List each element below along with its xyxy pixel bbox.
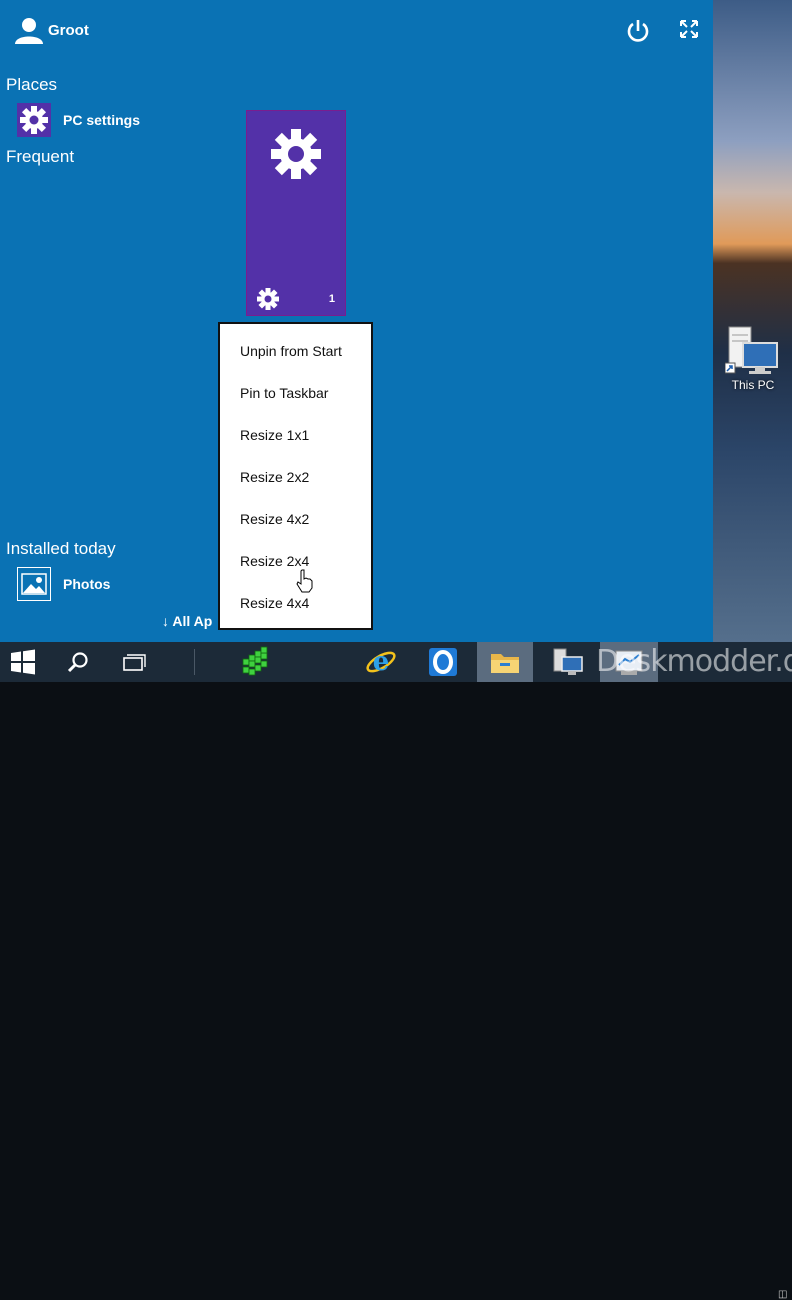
places-item-pc-settings[interactable]: PC settings — [17, 103, 140, 137]
power-icon[interactable] — [627, 19, 649, 43]
section-installed-today: Installed today — [6, 539, 116, 558]
gear-icon — [17, 103, 51, 137]
menu-item-unpin-from-start[interactable]: Unpin from Start — [220, 330, 371, 372]
hand-cursor-icon — [296, 569, 313, 593]
taskbar-remote-desktop[interactable] — [546, 642, 590, 682]
menu-item-pin-to-taskbar[interactable]: Pin to Taskbar — [220, 372, 371, 414]
menu-item-resize-4x2[interactable]: Resize 4x2 — [220, 498, 371, 540]
desktop-icon-this-pc[interactable]: This PC — [722, 325, 784, 392]
this-pc-icon — [724, 326, 778, 374]
opera-icon — [429, 648, 457, 676]
tile-pc-settings[interactable]: 1 — [246, 110, 346, 316]
menu-item-resize-1x1[interactable]: Resize 1x1 — [220, 414, 371, 456]
search-icon — [67, 652, 88, 673]
photos-icon — [17, 567, 51, 601]
task-view-icon — [123, 654, 146, 671]
user-account[interactable]: Groot — [14, 16, 89, 44]
taskbar-separator — [194, 649, 195, 675]
windows-start-icon — [11, 649, 35, 675]
taskbar-task-view-button[interactable] — [114, 642, 154, 682]
places-item-label: PC settings — [63, 112, 141, 128]
menu-item-resize-2x2[interactable]: Resize 2x2 — [220, 456, 371, 498]
expand-icon[interactable] — [679, 19, 699, 39]
taskbar-start-button[interactable] — [0, 642, 46, 682]
gear-icon — [271, 129, 321, 179]
user-name: Groot — [48, 21, 89, 39]
green-app-icon — [242, 646, 268, 676]
installed-item-photos[interactable]: Photos — [17, 567, 110, 601]
arrow-down-icon: ↓ — [162, 613, 169, 629]
gear-small-icon — [257, 288, 279, 310]
internet-explorer-icon: e — [366, 647, 396, 677]
svg-text:e: e — [373, 647, 390, 677]
all-apps-button[interactable]: ↓ All Ap — [162, 613, 212, 629]
taskbar-app-green[interactable] — [236, 642, 276, 682]
tile-badge: 1 — [328, 293, 335, 305]
tray-icon[interactable]: ◫ — [778, 1289, 787, 1300]
taskbar-search-button[interactable] — [58, 642, 98, 682]
user-avatar-icon — [15, 18, 43, 44]
all-apps-label: All Ap — [172, 613, 213, 629]
watermark: Deskmodder.de — [596, 644, 792, 679]
taskbar-file-explorer[interactable] — [477, 642, 533, 682]
section-frequent: Frequent — [6, 147, 75, 166]
section-places: Places — [6, 75, 58, 94]
taskbar-opera[interactable] — [422, 642, 464, 682]
file-explorer-icon — [491, 654, 519, 673]
this-pc-label: This PC — [731, 378, 775, 392]
installed-item-label: Photos — [63, 576, 111, 592]
remote-desktop-icon — [553, 648, 583, 675]
taskbar-internet-explorer[interactable]: e — [360, 642, 402, 682]
